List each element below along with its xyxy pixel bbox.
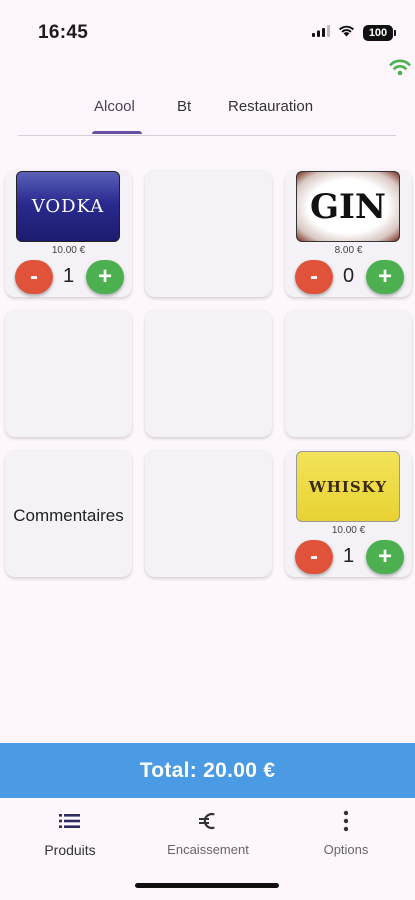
- nav-produits[interactable]: Produits: [10, 808, 130, 858]
- status-time: 16:45: [38, 22, 89, 43]
- whisky-quantity-stepper: 1 - +: [293, 540, 404, 576]
- empty-product-slot: [5, 310, 132, 437]
- empty-product-slot: [145, 310, 272, 437]
- product-card-vodka[interactable]: VODKA 10.00 € 1 - +: [5, 170, 132, 297]
- euro-icon: [148, 808, 268, 834]
- empty-product-slot: [145, 170, 272, 297]
- status-bar: 16:45 100: [0, 0, 415, 60]
- vodka-quantity-stepper: 1 - +: [13, 260, 124, 296]
- gin-price: 8.00 €: [334, 245, 363, 256]
- cellular-signal-icon: [312, 24, 330, 42]
- list-icon: [10, 808, 130, 834]
- whisky-plus-button[interactable]: +: [366, 540, 404, 574]
- comment-label: Commentaires: [13, 506, 124, 525]
- gin-minus-button[interactable]: -: [295, 260, 333, 294]
- empty-product-slot: [285, 310, 412, 437]
- product-card-whisky[interactable]: WHISKY 10.00 € 1 - +: [285, 450, 412, 577]
- vodka-minus-button[interactable]: -: [15, 260, 53, 294]
- tab-alcool[interactable]: Alcool: [94, 98, 135, 115]
- connection-wifi-icon: [389, 58, 411, 81]
- wifi-icon: [338, 24, 355, 42]
- whisky-minus-button[interactable]: -: [295, 540, 333, 574]
- category-tabs: Alcool Bt Restauration: [18, 90, 396, 136]
- status-icons: 100: [312, 24, 396, 42]
- gin-plus-button[interactable]: +: [366, 260, 404, 294]
- whisky-image-text: WHISKY: [308, 477, 388, 496]
- tab-indicator: [92, 131, 142, 134]
- battery-icon: 100: [363, 25, 396, 41]
- vodka-image-text: VODKA: [31, 196, 105, 217]
- nav-encaissement[interactable]: Encaissement: [148, 808, 268, 857]
- tab-restauration[interactable]: Restauration: [228, 98, 313, 115]
- more-vert-icon: [286, 808, 406, 834]
- vodka-price: 10.00 €: [51, 245, 86, 256]
- empty-product-slot: [145, 450, 272, 577]
- vodka-image: VODKA: [16, 171, 120, 242]
- gin-quantity-stepper: 0 - +: [293, 260, 404, 296]
- home-indicator: [135, 883, 279, 888]
- nav-options-label: Options: [323, 842, 369, 857]
- product-card-gin[interactable]: GIN 8.00 € 0 - +: [285, 170, 412, 297]
- whisky-image: WHISKY: [296, 451, 400, 522]
- tab-bt[interactable]: Bt: [177, 98, 191, 115]
- gin-image: GIN: [296, 171, 400, 242]
- total-bar[interactable]: Total: 20.00 €: [0, 743, 415, 798]
- nav-produits-label: Produits: [44, 842, 96, 858]
- bottom-navigation: Produits Encaissement Options: [0, 798, 415, 870]
- whisky-price: 10.00 €: [331, 525, 366, 536]
- nav-encaissement-label: Encaissement: [167, 842, 249, 857]
- gin-image-text: GIN: [309, 186, 387, 227]
- comment-card[interactable]: Commentaires: [5, 450, 132, 577]
- nav-options[interactable]: Options: [286, 808, 406, 857]
- vodka-plus-button[interactable]: +: [86, 260, 124, 294]
